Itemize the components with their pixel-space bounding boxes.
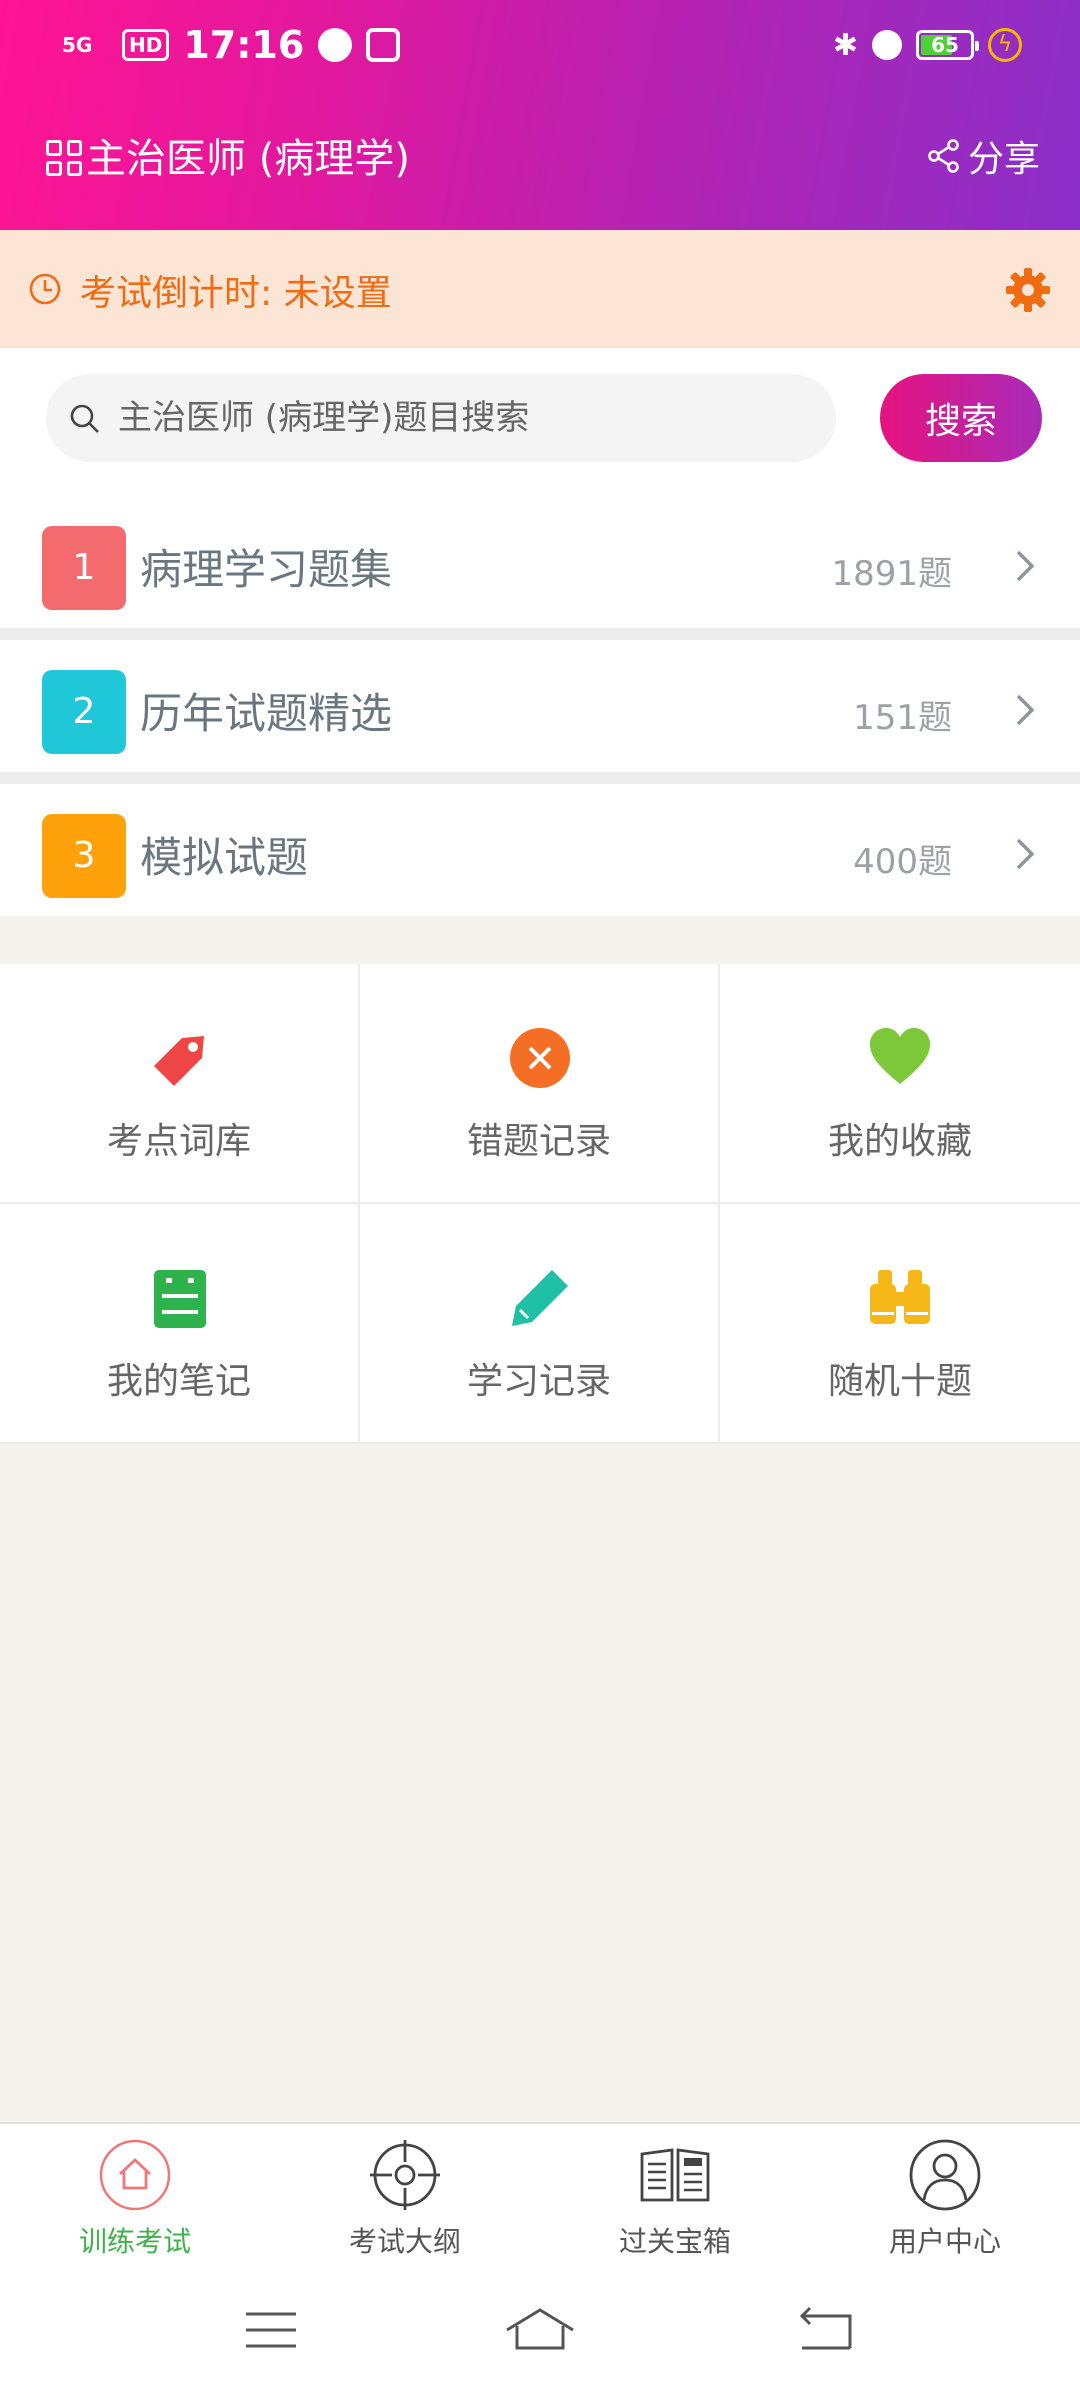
search-box[interactable] [46, 374, 836, 462]
search-icon [70, 404, 99, 433]
home-icon [99, 2139, 171, 2211]
tool-study-records[interactable]: 学习记录 [360, 1204, 720, 1444]
tool-label: 随机十题 [827, 1361, 972, 1402]
battery-level: 65 [931, 33, 959, 57]
hd-badge: HD [122, 29, 170, 61]
tool-label: 我的收藏 [827, 1121, 972, 1162]
speed-icon [318, 28, 353, 62]
title-bar: 主治医师 (病理学) 分享 [0, 120, 1080, 198]
item-number-badge: 1 [42, 526, 126, 610]
item-count: 151题 [853, 698, 952, 738]
nav-label: 训练考试 [78, 2225, 191, 2258]
alarm-icon [872, 30, 902, 60]
tool-label: 我的笔记 [106, 1361, 251, 1402]
bluetooth-icon: ✱ [832, 27, 858, 63]
news-icon [640, 2148, 710, 2202]
pencil-icon [512, 1270, 568, 1326]
app-header: 5G HD 17:16 ✱ 65 ϟ 主治医师 (病理学) 分享 [0, 0, 1080, 230]
list-divider [0, 772, 1080, 784]
menu-lines-icon[interactable] [236, 2300, 306, 2360]
tool-label: 错题记录 [466, 1121, 611, 1162]
menu-grid-icon[interactable] [46, 140, 82, 176]
tool-label: 学习记录 [466, 1361, 611, 1402]
network-indicator: 5G [62, 33, 93, 57]
system-home-icon[interactable] [505, 2300, 575, 2360]
item-title: 病理学习题集 [140, 545, 393, 594]
clock-icon [29, 273, 61, 305]
search-area: 搜索 [0, 348, 1080, 496]
item-count: 1891题 [831, 554, 952, 594]
item-count: 400题 [853, 842, 952, 882]
back-icon[interactable] [790, 2300, 860, 2360]
page-title: 主治医师 (病理学) [86, 136, 410, 182]
share-icon [928, 139, 959, 173]
list-item-question-set-1[interactable]: 1 病理学习题集 1891题 [0, 496, 1080, 628]
share-button[interactable]: 分享 [926, 130, 1040, 182]
nav-label: 用户中心 [888, 2225, 1001, 2258]
status-time: 17:16 [183, 23, 305, 67]
list-item-question-set-2[interactable]: 2 历年试题精选 151题 [0, 640, 1080, 772]
notebook-icon [154, 1270, 206, 1328]
tool-label: 考点词库 [106, 1121, 251, 1162]
target-icon [370, 2140, 440, 2210]
nav-tab-training-exam[interactable]: 训练考试 [0, 2124, 270, 2262]
user-icon [909, 2139, 981, 2211]
chevron-right-icon [1016, 694, 1035, 726]
tool-wrong-records[interactable]: 错题记录 [360, 964, 720, 1204]
status-bar: 5G HD 17:16 ✱ 65 ϟ [0, 0, 1080, 90]
tag-icon [154, 1036, 204, 1086]
chevron-right-icon [1016, 550, 1035, 582]
nav-label: 过关宝箱 [618, 2225, 731, 2258]
app-notification-icon [366, 28, 401, 62]
tool-my-favorites[interactable]: 我的收藏 [720, 964, 1080, 1204]
system-nav-bar [0, 2260, 1080, 2400]
battery-icon: 65 [916, 30, 979, 60]
search-button[interactable]: 搜索 [880, 374, 1042, 462]
nav-tab-user-center[interactable]: 用户中心 [810, 2124, 1080, 2262]
wrong-circle-icon [510, 1028, 570, 1088]
exam-countdown-bar[interactable]: 考试倒计时: 未设置 [0, 230, 1080, 348]
search-input[interactable] [118, 374, 818, 462]
item-number-badge: 2 [42, 670, 126, 754]
share-label: 分享 [967, 139, 1040, 180]
bottom-nav: 训练考试 考试大纲 过关宝箱 用户中心 [0, 2122, 1080, 2260]
settings-gear-icon[interactable] [1004, 266, 1052, 314]
tool-keypoint-library[interactable]: 考点词库 [0, 964, 360, 1204]
nav-label: 考试大纲 [348, 2225, 461, 2258]
chevron-right-icon [1016, 838, 1035, 870]
item-title: 历年试题精选 [140, 689, 393, 738]
item-number-badge: 3 [42, 814, 126, 898]
tools-grid: 考点词库 错题记录 我的收藏 我的笔记 学习记录 随机十题 [0, 964, 1080, 1444]
tool-my-notes[interactable]: 我的笔记 [0, 1204, 360, 1444]
charging-icon: ϟ [988, 28, 1022, 62]
countdown-text: 考试倒计时: 未设置 [80, 273, 392, 314]
nav-tab-treasure-box[interactable]: 过关宝箱 [540, 2124, 810, 2262]
list-divider [0, 628, 1080, 640]
tool-random-ten[interactable]: 随机十题 [720, 1204, 1080, 1444]
binoculars-icon [870, 1270, 930, 1324]
nav-tab-exam-outline[interactable]: 考试大纲 [270, 2124, 540, 2262]
list-item-question-set-3[interactable]: 3 模拟试题 400题 [0, 784, 1080, 916]
item-title: 模拟试题 [140, 833, 309, 882]
heart-icon [870, 1028, 930, 1084]
